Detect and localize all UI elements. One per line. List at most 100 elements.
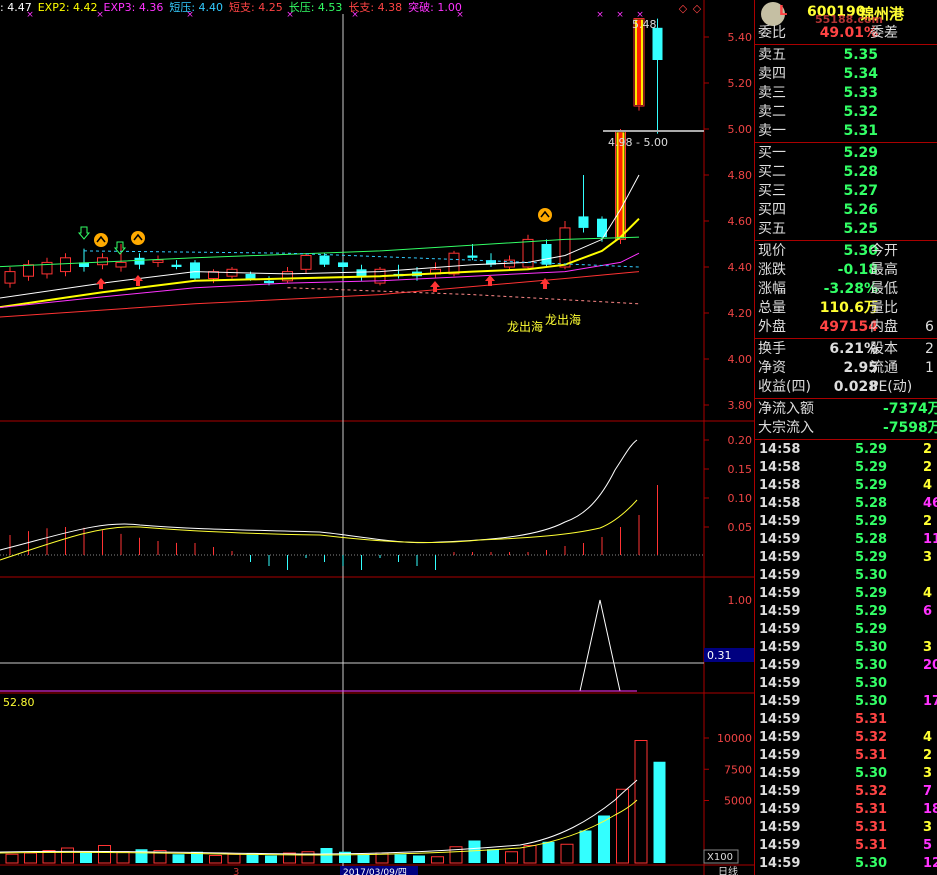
- row-label: 卖三: [758, 85, 786, 101]
- flow-label: 净流入额: [758, 401, 814, 417]
- trade-volume: 12: [923, 856, 937, 871]
- trade-volume: 4: [923, 586, 933, 601]
- row-label: 涨跌: [758, 262, 786, 278]
- indicator-legend-item: 短压: 4.40: [169, 1, 224, 14]
- osc-axis-label: 0.15: [728, 463, 753, 476]
- panel-divider: [755, 439, 937, 440]
- trade-volume: 3: [923, 766, 933, 781]
- volume-axis-label: 10000: [717, 732, 752, 745]
- trade-time: 14:59: [759, 586, 801, 601]
- kline-chart-area[interactable]: 5.40 5.20 5.00 4.80 4.60 4.40 4.20 4.00 3.80 4.98…: [0, 0, 754, 875]
- trade-row: 14:59 5.28 11: [755, 531, 937, 549]
- stat-row: 外盘 497154 内盘 6: [755, 318, 937, 337]
- row-label: 买五: [758, 221, 786, 237]
- trade-row: 14:59 5.30: [755, 675, 937, 693]
- trade-time: 14:59: [759, 622, 801, 637]
- trade-price: 5.30: [855, 676, 888, 691]
- trade-price: 5.30: [855, 640, 888, 655]
- candle-body: [23, 264, 34, 277]
- row-label-2: 最高: [870, 262, 898, 278]
- trade-price: 5.31: [855, 712, 888, 727]
- trade-row: 14:59 5.32 7: [755, 783, 937, 801]
- trade-time: 14:59: [759, 838, 801, 853]
- price-axis-label: 4.40: [728, 261, 753, 274]
- volume-bar: [653, 761, 666, 863]
- trade-price: 5.30: [855, 766, 888, 781]
- row-label: 买一: [758, 145, 786, 161]
- trade-price: 5.29: [855, 478, 888, 493]
- trade-row: 14:59 5.29 6: [755, 603, 937, 621]
- price-axis-label: 4.80: [728, 169, 753, 182]
- row-label: 总量: [758, 300, 786, 316]
- trade-time: 14:59: [759, 766, 801, 781]
- indicator-legend-item: 长压: 4.53: [288, 1, 343, 14]
- trade-volume: 18: [923, 802, 937, 817]
- volume-bar: [487, 849, 499, 863]
- trade-volume: 3: [923, 550, 933, 565]
- row-value: 5.34: [843, 66, 878, 82]
- row-label: 现价: [758, 243, 786, 259]
- flow-value: -7374万: [883, 401, 937, 417]
- trade-row: 14:59 5.30 20: [755, 657, 937, 675]
- trade-price: 5.31: [855, 802, 888, 817]
- volume-bar: [265, 855, 277, 863]
- trade-price: 5.29: [855, 514, 888, 529]
- trade-volume: 2: [923, 442, 933, 457]
- trade-time: 14:59: [759, 820, 801, 835]
- trade-time: 14:58: [759, 496, 801, 511]
- volume-bar: [413, 855, 425, 863]
- annotation-label: 龙出海: [507, 319, 543, 334]
- volume-bar: [172, 854, 185, 863]
- trade-volume: 3: [923, 820, 933, 835]
- trade-price: 5.28: [855, 532, 888, 547]
- trade-row: 14:59 5.30 17: [755, 693, 937, 711]
- range-label: 4.98 - 5.00: [608, 136, 668, 149]
- bid-row: 买四 5.26: [755, 201, 937, 220]
- trade-row: 14:59 5.29 3: [755, 549, 937, 567]
- osc-axis-label: 0.05: [728, 521, 753, 534]
- flow-row: 大宗流入 -7598万: [755, 419, 937, 438]
- trade-price: 5.29: [855, 622, 888, 637]
- trade-price: 5.31: [855, 838, 888, 853]
- market-letter: L: [779, 4, 788, 19]
- panel-divider: [755, 338, 937, 339]
- candle-body: [190, 262, 200, 279]
- volume-unit-label: X100: [707, 852, 733, 863]
- trade-price: 5.32: [855, 730, 888, 745]
- row-label-2: 股本: [870, 341, 898, 357]
- candle-body: [448, 252, 460, 275]
- ask-row: 卖五 5.35: [755, 46, 937, 65]
- row-label: 收益(四): [758, 379, 811, 395]
- weibi-row: 委比 49.01% 委差: [755, 24, 937, 43]
- candle-body: [115, 261, 127, 268]
- row-value: 5.29: [843, 145, 878, 161]
- trade-price: 5.30: [855, 568, 888, 583]
- stat-row: 总量 110.6万 量比: [755, 299, 937, 318]
- trade-volume: 11: [923, 532, 937, 547]
- volume-bar: [598, 815, 610, 863]
- ask-row: 卖四 5.34: [755, 65, 937, 84]
- price-axis-label: 4.60: [728, 215, 753, 228]
- volume-axis-label: 5000: [724, 795, 752, 808]
- osc-axis-label: 0.20: [728, 434, 753, 447]
- trade-price: 5.32: [855, 784, 888, 799]
- volume-bar: [357, 854, 370, 863]
- indicator-legend-item: 突破: 1.00: [408, 1, 462, 14]
- trade-volume: 5: [923, 838, 933, 853]
- stat-row: 现价 5.30 今开: [755, 242, 937, 261]
- trade-time: 14:59: [759, 532, 801, 547]
- date-label: 2017/03/09/四: [343, 868, 407, 875]
- trade-time: 14:59: [759, 748, 801, 763]
- volume-bar: [135, 849, 148, 863]
- trade-row: 14:59 5.31 5: [755, 837, 937, 855]
- price-axis-label: 4.20: [728, 307, 753, 320]
- row-label-2: 委差: [870, 25, 898, 41]
- ask-row: 卖一 5.31: [755, 122, 937, 141]
- panel-divider: [755, 240, 937, 241]
- trade-price: 5.28: [855, 496, 888, 511]
- candle-body: [264, 280, 274, 284]
- trade-row: 14:58 5.28 46: [755, 495, 937, 513]
- trade-time: 14:59: [759, 694, 801, 709]
- stat-row: 收益(四) 0.028 PE(动): [755, 378, 937, 397]
- volume-top-label: 52.80: [3, 696, 35, 709]
